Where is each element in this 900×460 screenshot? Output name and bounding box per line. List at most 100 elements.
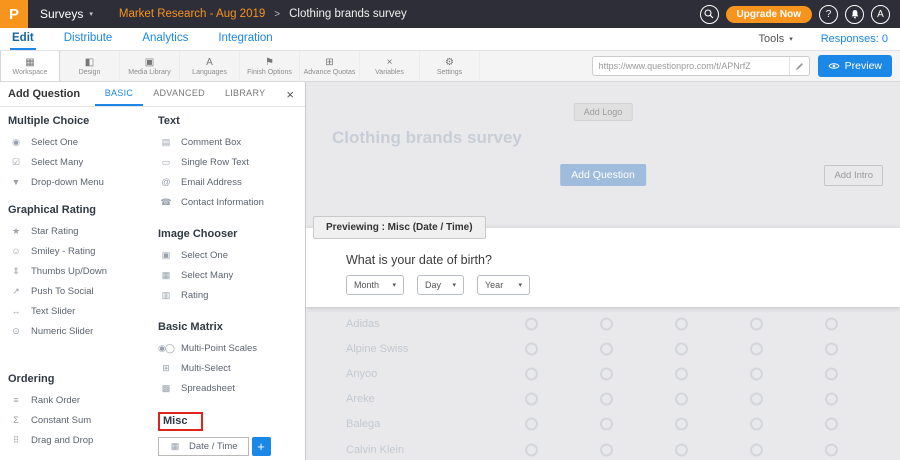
edit-url-button[interactable] xyxy=(789,57,809,75)
radio-button[interactable] xyxy=(675,367,688,380)
tab-advanced[interactable]: ADVANCED xyxy=(143,82,215,106)
surveys-menu[interactable]: Surveys ▾ xyxy=(40,7,93,21)
add-intro-button[interactable]: Add Intro xyxy=(824,165,883,186)
radio-button[interactable] xyxy=(750,443,763,456)
question-type-star-rating[interactable]: ★ Star Rating xyxy=(8,221,150,241)
radio-button[interactable] xyxy=(750,342,763,355)
panel-tabs: BASIC ADVANCED LIBRARY × xyxy=(95,82,305,106)
question-type-contact-information[interactable]: ☎ Contact Information xyxy=(158,192,305,212)
radio-button[interactable] xyxy=(600,418,613,431)
tab-integration[interactable]: Integration xyxy=(216,28,274,50)
question-type-spreadsheet[interactable]: ▩ Spreadsheet xyxy=(158,378,305,398)
question-type-push-to-social[interactable]: ↗ Push To Social xyxy=(8,281,150,301)
tab-basic[interactable]: BASIC xyxy=(95,82,144,106)
tab-distribute[interactable]: Distribute xyxy=(62,28,115,50)
toolbar-settings[interactable]: ⚙ Settings xyxy=(420,51,480,81)
question-type-email-address[interactable]: @ Email Address xyxy=(158,172,305,192)
radio-button[interactable] xyxy=(675,317,688,330)
radio-button[interactable] xyxy=(525,367,538,380)
question-type-date-time[interactable]: ▦ Date / Time xyxy=(158,437,249,456)
tools-menu[interactable]: Tools ▾ xyxy=(759,33,793,45)
toolbar-languages[interactable]: A Languages xyxy=(180,51,240,81)
add-question-button[interactable]: Add Question xyxy=(560,164,646,186)
toolbar-design[interactable]: ◧ Design xyxy=(60,51,120,81)
question-type-label: Star Rating xyxy=(31,226,79,237)
question-type-label: Select One xyxy=(181,250,228,261)
responses-count[interactable]: Responses: 0 xyxy=(821,33,888,45)
radio-button[interactable] xyxy=(600,367,613,380)
question-type-dropdown-menu[interactable]: ▼ Drop-down Menu xyxy=(8,172,150,192)
radio-button[interactable] xyxy=(750,393,763,406)
radio-button[interactable] xyxy=(675,418,688,431)
question-type-multi-select[interactable]: ⊞ Multi-Select xyxy=(158,358,305,378)
question-type-numeric-slider[interactable]: ⊙ Numeric Slider xyxy=(8,321,150,341)
notifications-button[interactable] xyxy=(845,5,864,24)
add-logo-button[interactable]: Add Logo xyxy=(574,103,633,121)
radio-button[interactable] xyxy=(600,443,613,456)
question-type-constant-sum[interactable]: Σ Constant Sum xyxy=(8,410,150,430)
radio-button[interactable] xyxy=(600,317,613,330)
close-panel-button[interactable]: × xyxy=(275,82,305,106)
radio-button[interactable] xyxy=(825,443,838,456)
month-select[interactable]: Month ▾ xyxy=(346,275,404,295)
question-type-label: Multi-Point Scales xyxy=(181,343,257,354)
radio-button[interactable] xyxy=(675,393,688,406)
question-type-label: Constant Sum xyxy=(31,415,91,426)
radio-button[interactable] xyxy=(825,317,838,330)
breadcrumb-folder[interactable]: Market Research - Aug 2019 xyxy=(119,8,265,20)
questionpro-logo[interactable]: P xyxy=(0,0,28,28)
survey-canvas: Add Logo Clothing brands survey Add Ques… xyxy=(306,82,900,460)
radio-button[interactable] xyxy=(600,393,613,406)
question-type-multi-point-scales[interactable]: ◉◯ Multi-Point Scales xyxy=(158,338,305,358)
toolbar-label: Finish Options xyxy=(247,69,292,76)
radio-button[interactable] xyxy=(750,317,763,330)
topbar: P Surveys ▾ Market Research - Aug 2019 >… xyxy=(0,0,900,28)
question-type-text-slider[interactable]: ↔ Text Slider xyxy=(8,301,150,321)
radio-button[interactable] xyxy=(825,418,838,431)
survey-url-input[interactable] xyxy=(593,61,789,71)
tab-edit[interactable]: Edit xyxy=(10,28,36,50)
radio-button[interactable] xyxy=(825,367,838,380)
preview-button[interactable]: Preview xyxy=(818,55,892,77)
search-button[interactable] xyxy=(700,5,719,24)
constant-sum-icon: Σ xyxy=(8,415,23,425)
toolbar-advance-quotas[interactable]: ⊞ Advance Quotas xyxy=(300,51,360,81)
toolbar-workspace[interactable]: ▦ Workspace xyxy=(0,51,60,81)
upgrade-now-button[interactable]: Upgrade Now xyxy=(726,6,812,23)
question-type-select-many[interactable]: ☑ Select Many xyxy=(8,152,150,172)
radio-button[interactable] xyxy=(750,418,763,431)
radio-button[interactable] xyxy=(675,342,688,355)
radio-button[interactable] xyxy=(750,367,763,380)
question-type-image-select-many[interactable]: ▦ Select Many xyxy=(158,265,305,285)
radio-button[interactable] xyxy=(525,443,538,456)
radio-button[interactable] xyxy=(675,443,688,456)
tab-library[interactable]: LIBRARY xyxy=(215,82,275,106)
question-type-image-select-one[interactable]: ▣ Select One xyxy=(158,245,305,265)
day-select[interactable]: Day ▾ xyxy=(417,275,464,295)
question-type-comment-box[interactable]: ▤ Comment Box xyxy=(158,132,305,152)
question-type-select-one[interactable]: ◉ Select One xyxy=(8,132,150,152)
toolbar-finish-options[interactable]: ⚑ Finish Options xyxy=(240,51,300,81)
tab-analytics[interactable]: Analytics xyxy=(140,28,190,50)
question-type-rank-order[interactable]: ≡ Rank Order xyxy=(8,390,150,410)
year-select[interactable]: Year ▾ xyxy=(477,275,530,295)
radio-button[interactable] xyxy=(600,342,613,355)
help-button[interactable]: ? xyxy=(819,5,838,24)
image-select-one-icon: ▣ xyxy=(158,250,173,261)
question-type-image-rating[interactable]: ▥ Rating xyxy=(158,285,305,305)
radio-button[interactable] xyxy=(525,317,538,330)
question-type-drag-and-drop[interactable]: ⠿ Drag and Drop xyxy=(8,430,150,450)
radio-button[interactable] xyxy=(525,342,538,355)
radio-button[interactable] xyxy=(825,393,838,406)
question-type-thumbs-up-down[interactable]: ⇕ Thumbs Up/Down xyxy=(8,261,150,281)
toolbar-media-library[interactable]: ▣ Media Library xyxy=(120,51,180,81)
survey-title[interactable]: Clothing brands survey xyxy=(332,128,522,148)
question-type-single-row-text[interactable]: ▭ Single Row Text xyxy=(158,152,305,172)
radio-button[interactable] xyxy=(525,393,538,406)
avatar[interactable]: A xyxy=(871,5,890,24)
radio-button[interactable] xyxy=(525,418,538,431)
question-type-smiley-rating[interactable]: ☺ Smiley - Rating xyxy=(8,241,150,261)
radio-button[interactable] xyxy=(825,342,838,355)
add-date-time-button[interactable]: + xyxy=(252,437,271,456)
toolbar-variables[interactable]: × Variables xyxy=(360,51,420,81)
